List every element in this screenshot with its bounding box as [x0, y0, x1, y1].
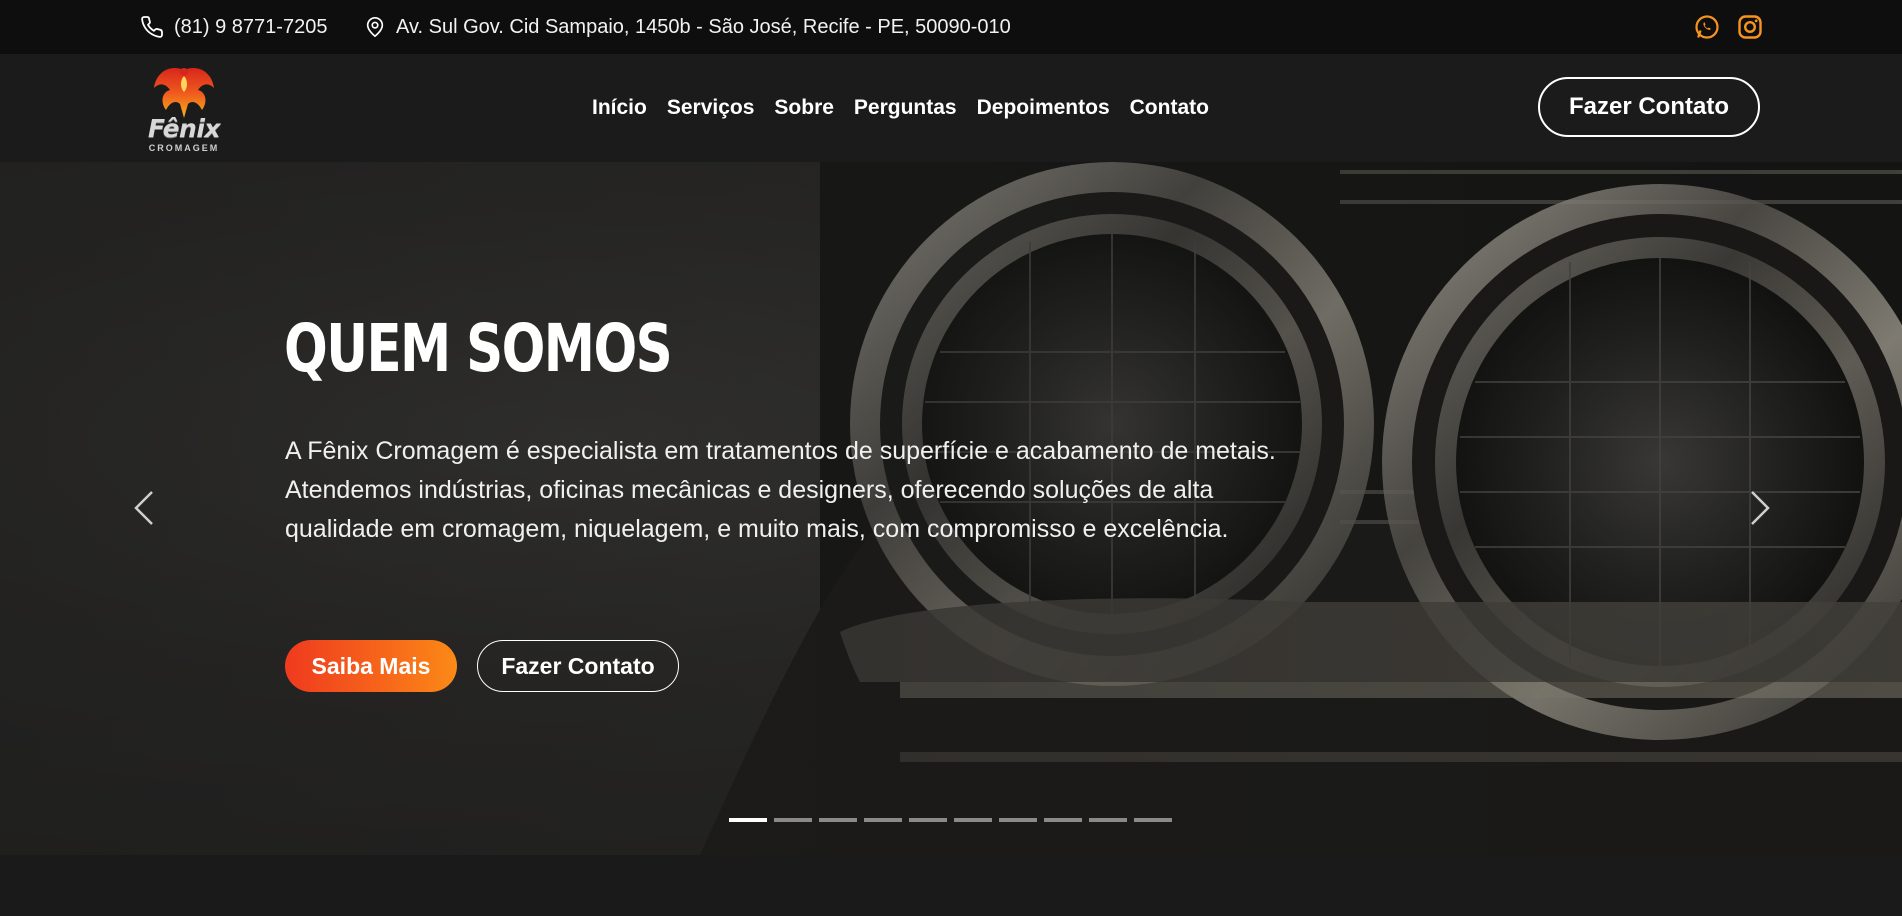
slide-dot-1[interactable]: [729, 818, 767, 822]
hero-slider: QUEM SOMOS A Fênix Cromagem é especialis…: [0, 162, 1902, 855]
slide-dot-9[interactable]: [1089, 818, 1127, 822]
slide-dot-2[interactable]: [774, 818, 812, 822]
nav-link-servicos[interactable]: Serviços: [667, 96, 755, 120]
nav-link-contato[interactable]: Contato: [1130, 96, 1209, 120]
chevron-right-icon[interactable]: [1748, 488, 1772, 528]
instagram-icon[interactable]: [1735, 12, 1765, 42]
main-navbar: Fênix CROMAGEM Início Serviços Sobre Per…: [0, 54, 1902, 162]
next-section-edge: [0, 855, 1902, 916]
slide-dot-3[interactable]: [819, 818, 857, 822]
whatsapp-icon[interactable]: [1692, 12, 1722, 42]
logo-wordmark: Fênix: [147, 114, 221, 143]
nav-link-depoimentos[interactable]: Depoimentos: [977, 96, 1110, 120]
slide-dot-8[interactable]: [1044, 818, 1082, 822]
phone-icon: [141, 16, 163, 38]
phone-contact[interactable]: (81) 9 8771-7205: [140, 0, 327, 54]
nav-link-inicio[interactable]: Início: [592, 96, 647, 120]
slide-dot-4[interactable]: [864, 818, 902, 822]
slide-dot-10[interactable]: [1134, 818, 1172, 822]
top-info-bar: (81) 9 8771-7205 Av. Sul Gov. Cid Sampai…: [0, 0, 1902, 54]
contact-cta-button[interactable]: Fazer Contato: [1538, 77, 1760, 137]
slide-dot-5[interactable]: [909, 818, 947, 822]
phoenix-icon: [154, 68, 214, 118]
address-contact[interactable]: Av. Sul Gov. Cid Sampaio, 1450b - São Jo…: [364, 0, 1011, 54]
chevron-left-icon[interactable]: [132, 488, 156, 528]
fenix-cromagem-logo[interactable]: Fênix CROMAGEM: [140, 62, 228, 154]
hero-description: A Fênix Cromagem é especialista em trata…: [285, 437, 1276, 543]
main-menu: Início Serviços Sobre Perguntas Depoimen…: [592, 54, 1209, 162]
phone-number: (81) 9 8771-7205: [174, 15, 328, 38]
location-pin-icon: [366, 17, 384, 37]
logo-subtitle: CROMAGEM: [148, 143, 220, 153]
hero-title: QUEM SOMOS: [284, 310, 673, 387]
slide-dot-7[interactable]: [999, 818, 1037, 822]
hero-contact-button[interactable]: Fazer Contato: [477, 640, 679, 692]
slide-dot-6[interactable]: [954, 818, 992, 822]
learn-more-button[interactable]: Saiba Mais: [285, 640, 457, 692]
slider-pagination: [729, 818, 1172, 822]
nav-link-sobre[interactable]: Sobre: [774, 96, 834, 120]
address-text: Av. Sul Gov. Cid Sampaio, 1450b - São Jo…: [396, 15, 1011, 38]
nav-link-perguntas[interactable]: Perguntas: [854, 96, 957, 120]
